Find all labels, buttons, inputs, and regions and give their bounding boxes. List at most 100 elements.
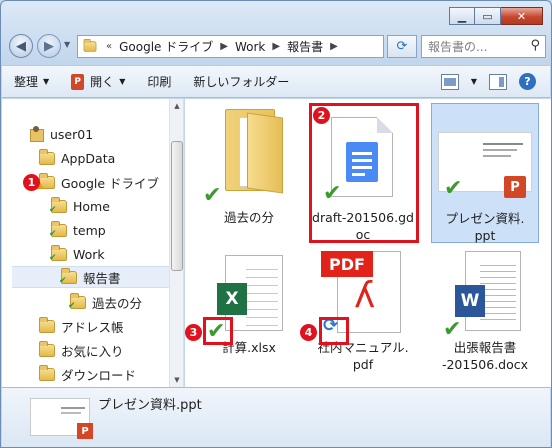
annotation-badge-3: 3 xyxy=(185,324,202,341)
back-button[interactable]: ◀ xyxy=(9,34,33,58)
view-controls: ▼ ? xyxy=(440,73,536,90)
synced-check-icon: ✔ xyxy=(203,183,222,208)
file-item-manual-pdf[interactable]: ʎ PDF ⟳ 社内マニュアル. pdf xyxy=(309,245,417,385)
annotation-badge-1: 1 xyxy=(23,174,40,191)
folder-front xyxy=(247,112,283,194)
minimize-button[interactable]: ▁ xyxy=(449,7,475,25)
navigation-scrollbar[interactable]: ▲ ▼ xyxy=(169,99,183,387)
tree-item-label: AppData xyxy=(61,150,116,166)
folder-icon xyxy=(39,340,55,357)
folder-thumbnail xyxy=(211,103,289,203)
tree-item-user01[interactable]: user01 xyxy=(28,123,93,145)
scroll-down-icon[interactable]: ▼ xyxy=(170,373,183,387)
scrollbar-thumb[interactable] xyxy=(171,141,183,271)
search-placeholder: 報告書の... xyxy=(428,40,488,54)
breadcrumb-google-drive[interactable]: Google ドライブ xyxy=(119,38,213,55)
tree-item-past[interactable]: ✔ 過去の分 xyxy=(68,291,142,313)
chevron-down-icon: ▼ xyxy=(119,77,126,86)
powerpoint-icon: P xyxy=(77,423,93,439)
breadcrumb-separator-icon[interactable]: ▶ xyxy=(330,41,338,52)
file-item-report-docx[interactable]: W ✔ 出張報告書 -201506.docx xyxy=(431,245,539,385)
breadcrumb-separator-icon[interactable]: ▶ xyxy=(220,41,228,52)
file-name-line2: -201506.docx xyxy=(441,357,529,372)
breadcrumb-reports[interactable]: 報告書 xyxy=(287,38,323,55)
chevron-down-icon[interactable]: ▼ xyxy=(471,77,477,86)
file-list-pane: ✔ 過去の分 ✔ draft-201506.gd oc P ✔ プレゼン資料. … xyxy=(185,99,551,387)
sheet-grid xyxy=(246,262,278,326)
tree-item-google-drive[interactable]: ▲ Google ドライブ xyxy=(37,171,160,193)
folder-icon xyxy=(83,38,97,52)
scroll-up-icon[interactable]: ▲ xyxy=(170,99,183,113)
tree-item-label: アドレス帳 xyxy=(61,319,124,335)
google-drive-folder-icon: ▲ xyxy=(37,172,55,191)
navigation-pane: user01 AppData ▲ Google ドライブ ✔ Home ✔ te… xyxy=(2,99,184,387)
tree-item-work[interactable]: ✔ Work xyxy=(49,243,105,265)
selected-file-name: プレゼン資料.ppt xyxy=(98,398,202,413)
search-icon: ⚲ xyxy=(530,38,540,53)
forward-button[interactable]: ▶ xyxy=(37,34,61,58)
new-folder-button[interactable]: 新しいフォルダー xyxy=(193,73,289,90)
help-icon[interactable]: ? xyxy=(519,73,536,90)
change-view-icon[interactable] xyxy=(440,73,459,90)
file-item-presentation-ppt[interactable]: P ✔ プレゼン資料. ppt xyxy=(431,103,539,243)
tree-item-reports[interactable]: ✔ 報告書 xyxy=(12,266,170,288)
tree-item-address-book[interactable]: アドレス帳 xyxy=(39,315,124,337)
user-folder-icon xyxy=(28,126,44,142)
explorer-window: ▁ ▭ ✕ ◀ ▶ ▼ « Google ドライブ ▶ Work ▶ 報告書 ▶… xyxy=(0,0,552,448)
tree-item-favorites[interactable]: お気に入り xyxy=(39,339,124,361)
folder-icon xyxy=(39,364,55,381)
selected-file-thumbnail: P xyxy=(30,398,93,439)
new-folder-label: 新しいフォルダー xyxy=(193,75,290,89)
overflow-chevron[interactable]: « xyxy=(106,41,112,52)
preview-pane-icon[interactable] xyxy=(489,73,507,90)
folder-icon: ✔ xyxy=(59,267,77,286)
annotation-highlight-gdoc xyxy=(309,103,419,243)
search-input[interactable]: 報告書の... ⚲ xyxy=(421,35,546,58)
file-item-past-folder[interactable]: ✔ 過去の分 xyxy=(195,103,303,243)
tree-item-label: ダウンロード xyxy=(61,367,137,383)
details-pane: P プレゼン資料.ppt xyxy=(2,387,550,447)
file-name-line2: pdf xyxy=(352,357,374,372)
folder-icon: ✔ xyxy=(49,196,67,215)
close-button[interactable]: ✕ xyxy=(501,7,543,25)
tree-item-home[interactable]: ✔ Home xyxy=(49,195,110,217)
address-bar[interactable]: « Google ドライブ ▶ Work ▶ 報告書 ▶ xyxy=(77,35,384,58)
print-button[interactable]: 印刷 xyxy=(147,73,171,90)
chevron-down-icon: ▼ xyxy=(43,77,50,86)
tree-item-label: Home xyxy=(73,198,110,214)
tree-item-appdata[interactable]: AppData xyxy=(39,147,115,169)
annotation-badge-2: 2 xyxy=(313,107,330,124)
file-name: 過去の分 xyxy=(223,210,274,225)
caption-buttons: ▁ ▭ ✕ xyxy=(449,7,543,25)
organize-menu[interactable]: 整理 ▼ xyxy=(14,73,49,90)
tree-item-temp[interactable]: ✔ temp xyxy=(49,219,106,241)
address-row: ◀ ▶ ▼ « Google ドライブ ▶ Work ▶ 報告書 ▶ ⟳ 報告書… xyxy=(7,33,546,59)
pdf-label: PDF xyxy=(321,251,373,277)
tree-item-downloads[interactable]: ダウンロード xyxy=(39,363,136,385)
tree-item-label: お気に入り xyxy=(61,343,124,359)
annotation-highlight-syncing xyxy=(319,317,349,345)
file-name-line2: ppt xyxy=(474,228,496,243)
file-item-calc-xlsx[interactable]: X ✔ 計算.xlsx xyxy=(195,245,303,385)
recent-pages-dropdown-icon[interactable]: ▼ xyxy=(64,40,70,49)
excel-icon: X xyxy=(217,283,247,315)
folder-icon xyxy=(39,316,55,333)
breadcrumb-work[interactable]: Work xyxy=(235,40,265,54)
print-label: 印刷 xyxy=(147,75,172,89)
refresh-button[interactable]: ⟳ xyxy=(387,35,417,58)
open-menu[interactable]: P 開く ▼ xyxy=(71,73,125,90)
word-icon: W xyxy=(455,285,485,317)
powerpoint-icon: P xyxy=(71,73,85,90)
breadcrumb-separator-icon[interactable]: ▶ xyxy=(272,41,280,52)
powerpoint-icon: P xyxy=(504,176,526,198)
annotation-badge-4: 4 xyxy=(300,324,317,341)
tree-item-label: user01 xyxy=(50,126,94,142)
tree-item-label: Google ドライブ xyxy=(61,175,160,191)
maximize-button[interactable]: ▭ xyxy=(475,7,501,25)
back-arrow-icon: ◀ xyxy=(16,38,26,54)
tree-item-label: Work xyxy=(73,246,105,262)
folder-icon xyxy=(39,148,55,165)
refresh-icon: ⟳ xyxy=(396,39,408,54)
file-name: プレゼン資料. ppt xyxy=(432,210,538,244)
doc-lines xyxy=(480,260,516,320)
